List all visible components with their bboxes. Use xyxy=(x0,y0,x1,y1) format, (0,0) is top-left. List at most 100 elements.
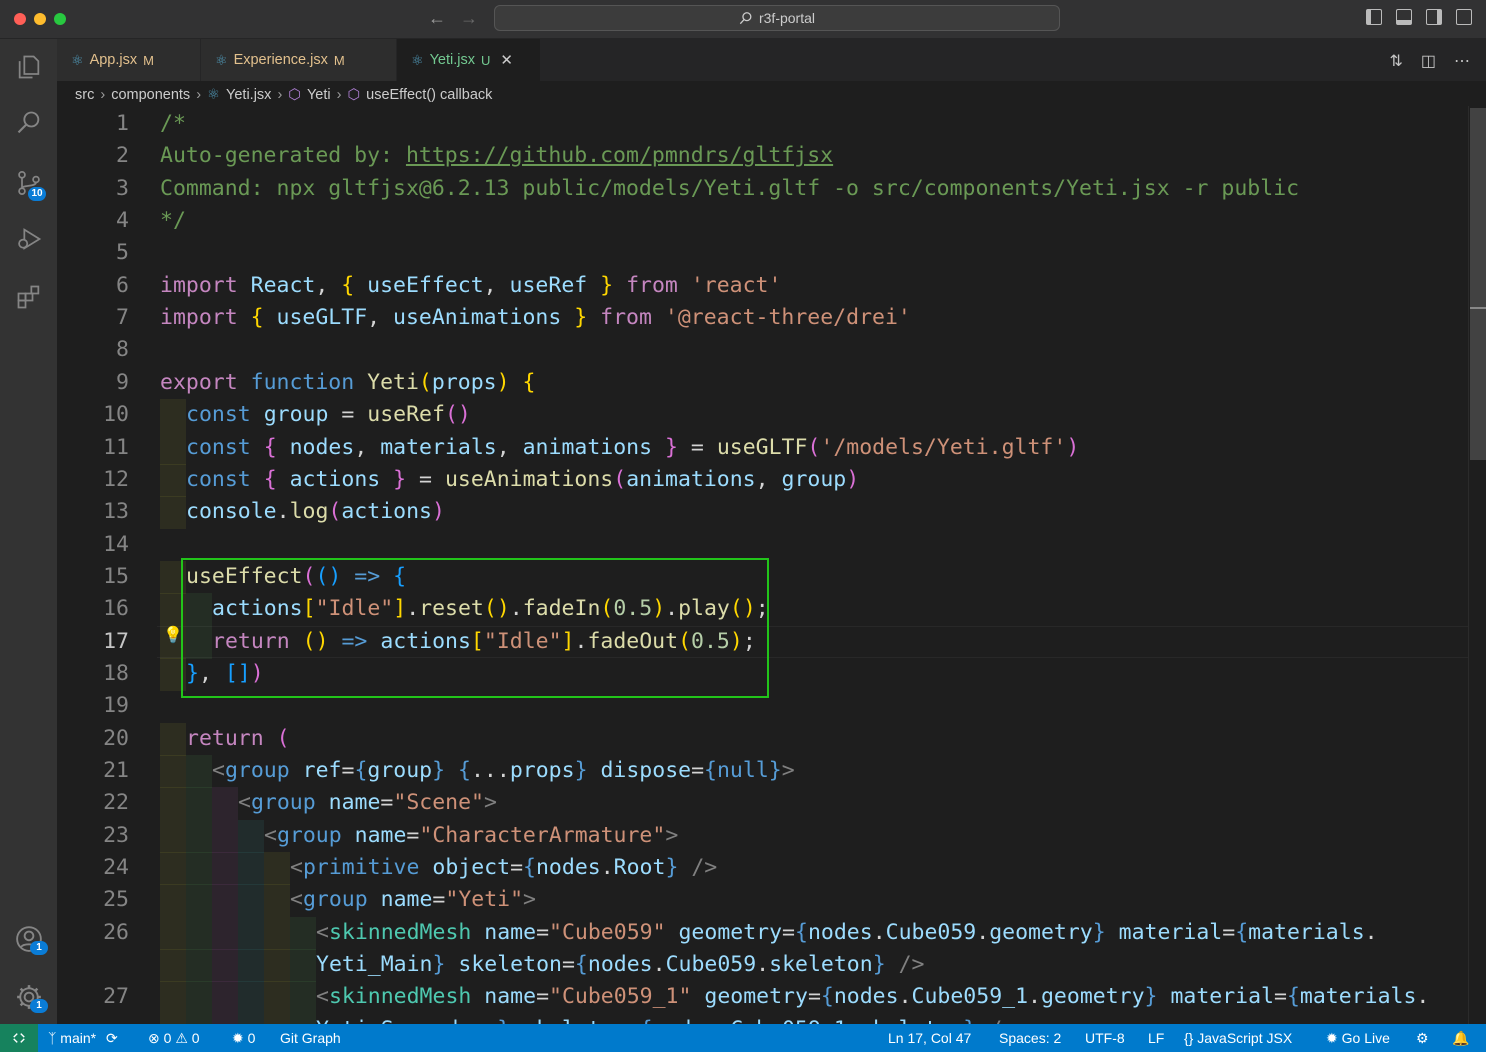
code-token: , xyxy=(354,435,381,460)
back-arrow-icon[interactable]: ← xyxy=(428,8,446,29)
code-line[interactable]: 13 console.log(actions) xyxy=(57,496,1468,529)
code-line[interactable]: 27 <skinnedMesh name="Cube059_1" geometry… xyxy=(57,981,1468,1014)
more-actions-icon[interactable]: ⋯ xyxy=(1454,51,1470,71)
code-token: console xyxy=(186,499,277,524)
code-line[interactable]: 24 <primitive object={nodes.Root} /> xyxy=(57,852,1468,885)
code-token: { xyxy=(522,370,536,395)
tab-experience-jsx[interactable]: ⚛ Experience.jsx M xyxy=(201,39,397,81)
breadcrumb-file[interactable]: Yeti.jsx xyxy=(226,87,271,103)
ports-indicator[interactable]: ✹ 0 xyxy=(232,1024,255,1052)
code-line[interactable]: 22 <group name="Scene"> xyxy=(57,787,1468,820)
warning-icon: ⚠ xyxy=(175,1030,188,1046)
code-line[interactable]: 26 <skinnedMesh name="Cube059" geometry={… xyxy=(57,917,1468,950)
scrollbar-thumb[interactable] xyxy=(1470,108,1486,460)
git-graph-button[interactable]: Git Graph xyxy=(280,1024,341,1052)
close-icon[interactable]: ✕ xyxy=(500,51,513,69)
code-text: const { actions } = useAnimations(animat… xyxy=(186,464,859,496)
breadcrumb-callback[interactable]: useEffect() callback xyxy=(366,87,492,103)
tab-app-jsx[interactable]: ⚛ App.jsx M xyxy=(57,39,201,81)
customize-layout-icon[interactable] xyxy=(1456,9,1472,25)
code-line[interactable]: 21 <group ref={group} {...props} dispose=… xyxy=(57,755,1468,788)
remote-indicator[interactable] xyxy=(0,1024,38,1052)
code-text: */ xyxy=(160,205,186,237)
indent-guide xyxy=(238,884,264,917)
line-number: 9 xyxy=(116,370,129,395)
cursor-position[interactable]: Ln 17, Col 47 xyxy=(888,1024,971,1052)
indent-guide xyxy=(186,917,212,950)
code-line[interactable]: 5 xyxy=(57,237,1468,269)
source-control-icon[interactable]: 10 xyxy=(0,163,57,203)
code-line[interactable]: 9 export function Yeti(props) { xyxy=(57,367,1468,399)
encoding-setting[interactable]: UTF-8 xyxy=(1085,1024,1125,1052)
code-line[interactable]: 8 xyxy=(57,334,1468,366)
code-line[interactable]: 14 xyxy=(57,529,1468,561)
code-line[interactable]: 3 Command: npx gltfjsx@6.2.13 public/mode… xyxy=(57,173,1468,205)
code-token: nodes xyxy=(289,435,355,460)
code-line[interactable]: Yeti_Main} skeleton={nodes.Cube059.skele… xyxy=(57,949,1468,982)
code-line[interactable]: 12 const { actions } = useAnimations(anim… xyxy=(57,464,1468,497)
code-line[interactable]: 11 const { nodes, materials, animations }… xyxy=(57,432,1468,465)
code-token: = xyxy=(432,887,446,912)
go-live-button[interactable]: ✹ Go Live xyxy=(1326,1024,1390,1052)
branch-indicator[interactable]: ᛉ main* ⟳ xyxy=(48,1024,118,1052)
code-line[interactable]: 1 /* xyxy=(57,108,1468,140)
extensions-icon[interactable] xyxy=(0,277,57,317)
toggle-secondary-sidebar-icon[interactable] xyxy=(1426,9,1442,25)
split-editor-icon[interactable]: ◫ xyxy=(1421,51,1436,71)
run-debug-icon[interactable] xyxy=(0,219,57,259)
code-text: Auto-generated by: https://github.com/pm… xyxy=(160,140,833,172)
breadcrumb-function[interactable]: Yeti xyxy=(307,87,331,103)
toggle-primary-sidebar-icon[interactable] xyxy=(1366,9,1382,25)
code-token: geometry xyxy=(1040,984,1145,1009)
window-close-button[interactable] xyxy=(14,13,26,25)
code-line[interactable]: 10 const group = useRef() xyxy=(57,399,1468,432)
code-line[interactable]: 23 <group name="CharacterArmature"> xyxy=(57,820,1468,853)
notifications-bell-icon[interactable]: 🔔 xyxy=(1452,1024,1469,1052)
accounts-icon[interactable]: 1 xyxy=(0,919,57,959)
forward-arrow-icon[interactable]: → xyxy=(460,8,478,29)
manage-gear-icon[interactable]: 1 xyxy=(0,977,57,1017)
code-line[interactable]: Yeti_Secondary} skeleton={nodes.Cube059_… xyxy=(57,1014,1468,1024)
indent-guide xyxy=(186,884,212,917)
code-line[interactable]: 20 return ( xyxy=(57,723,1468,756)
explorer-icon[interactable] xyxy=(0,47,57,87)
indent-guide xyxy=(264,884,290,917)
eol-setting[interactable]: LF xyxy=(1148,1024,1164,1052)
code-token: { xyxy=(795,920,808,945)
indent-guide xyxy=(186,949,212,982)
problems-indicator[interactable]: ⊗ 0 ⚠ 0 xyxy=(148,1024,200,1052)
compare-changes-icon[interactable]: ⇅ xyxy=(1389,51,1402,71)
language-mode[interactable]: {} JavaScript JSX xyxy=(1184,1024,1292,1052)
copilot-icon[interactable]: ⚙ xyxy=(1416,1024,1429,1052)
code-token: { xyxy=(704,758,717,783)
tab-yeti-jsx[interactable]: ⚛ Yeti.jsx U ✕ xyxy=(397,39,541,81)
code-line[interactable]: 2 Auto-generated by: https://github.com/p… xyxy=(57,140,1468,172)
code-token: Cube059 xyxy=(885,920,977,945)
code-line[interactable]: 25 <group name="Yeti"> xyxy=(57,884,1468,917)
code-line[interactable]: 6 import React, { useEffect, useRef } fro… xyxy=(57,270,1468,302)
code-token: } xyxy=(432,758,446,783)
indent-guide xyxy=(212,1014,238,1024)
lightbulb-icon[interactable]: 💡 xyxy=(163,625,183,645)
indentation-setting[interactable]: Spaces: 2 xyxy=(999,1024,1061,1052)
code-line[interactable]: 7 import { useGLTF, useAnimations } from … xyxy=(57,302,1468,334)
code-line[interactable]: 4 */ xyxy=(57,205,1468,237)
code-token: ref xyxy=(302,758,342,783)
code-token: , xyxy=(755,467,782,492)
breadcrumb-components[interactable]: components xyxy=(111,87,190,103)
code-token: . xyxy=(1416,984,1430,1009)
line-number: 19 xyxy=(103,693,129,718)
window-minimize-button[interactable] xyxy=(34,13,46,25)
command-center-search[interactable]: r3f-portal xyxy=(494,5,1060,31)
breadcrumb-src[interactable]: src xyxy=(75,87,94,103)
search-icon[interactable] xyxy=(0,103,57,143)
code-token: const xyxy=(186,435,251,460)
line-number: 22 xyxy=(103,790,129,815)
code-token: . xyxy=(847,1017,860,1024)
toggle-panel-icon[interactable] xyxy=(1396,9,1412,25)
window-maximize-button[interactable] xyxy=(54,13,66,25)
